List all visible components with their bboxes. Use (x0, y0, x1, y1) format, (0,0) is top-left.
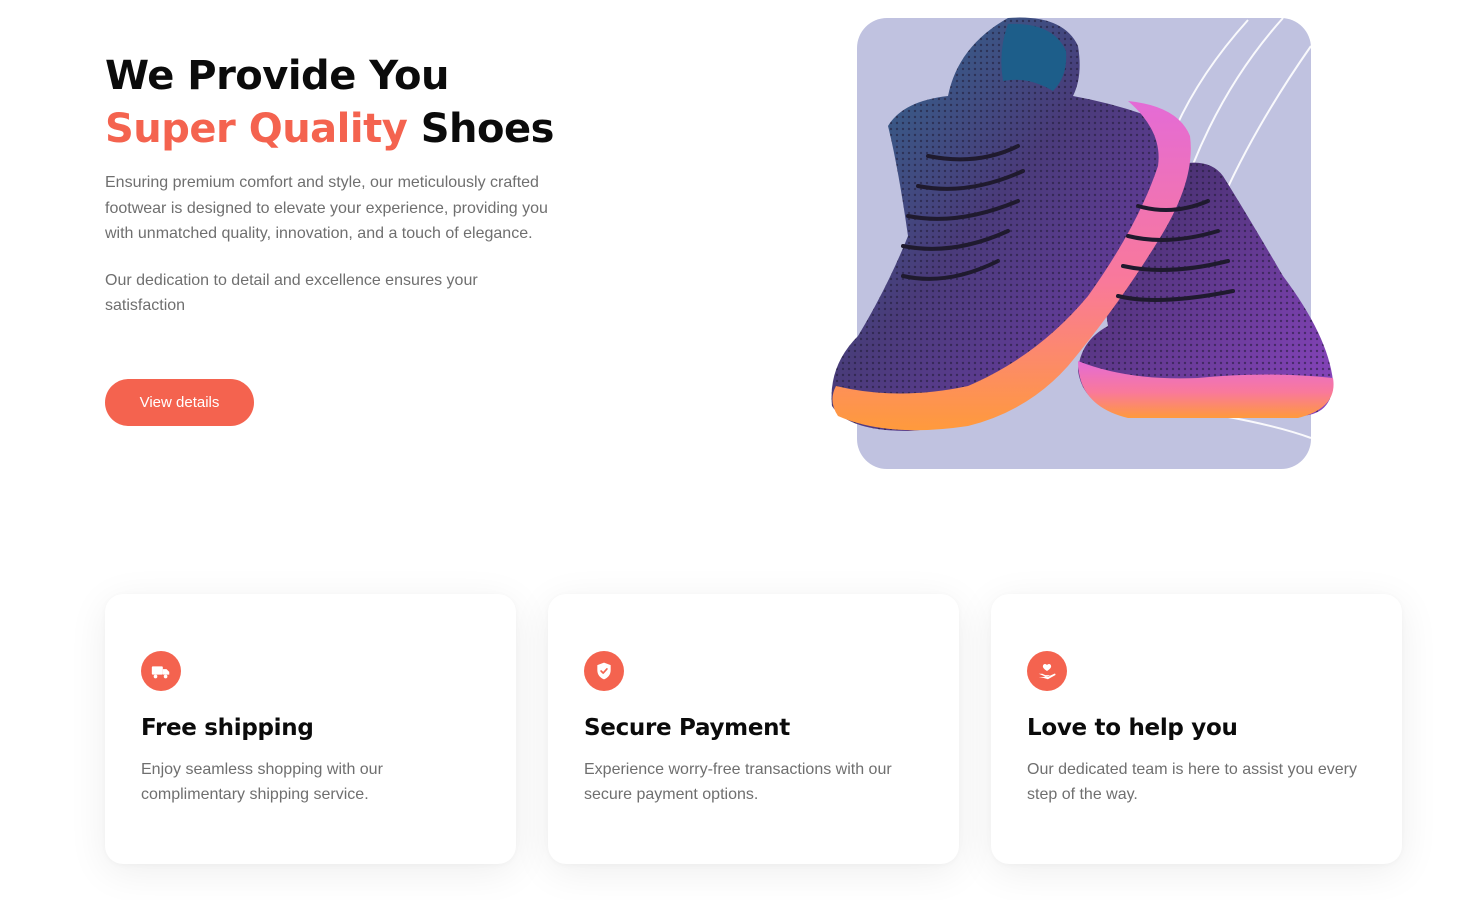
hero-description: Ensuring premium comfort and style, our … (105, 174, 548, 242)
truck-icon (141, 651, 181, 691)
feature-description: Enjoy seamless shopping with our complim… (141, 761, 383, 803)
hero-title-accent: Super Quality (105, 106, 408, 152)
features-section: Free shipping Enjoy seamless shopping wi… (105, 594, 1402, 864)
feature-description: Experience worry-free transactions with … (584, 761, 892, 803)
feature-title: Love to help you (1027, 715, 1238, 741)
view-details-button[interactable]: View details (105, 379, 254, 426)
feature-card-support: Love to help you Our dedicated team is h… (991, 594, 1402, 864)
shield-icon (584, 651, 624, 691)
feature-title: Free shipping (141, 715, 314, 741)
feature-card-payment: Secure Payment Experience worry-free tra… (548, 594, 959, 864)
hero-description-secondary: Our dedication to detail and excellence … (105, 271, 478, 315)
feature-card-shipping: Free shipping Enjoy seamless shopping wi… (105, 594, 516, 864)
feature-description: Our dedicated team is here to assist you… (1027, 761, 1357, 803)
hero-shoe-image (828, 6, 1340, 472)
hero-title-part2: Shoes (407, 106, 555, 152)
hero-title-part1: We Provide You (105, 53, 450, 99)
feature-title: Secure Payment (584, 715, 790, 741)
hero-title: We Provide You Super Quality Shoes (105, 50, 585, 156)
hero-text: We Provide You Super Quality Shoes Ensur… (105, 50, 585, 319)
heart-hand-icon (1027, 651, 1067, 691)
